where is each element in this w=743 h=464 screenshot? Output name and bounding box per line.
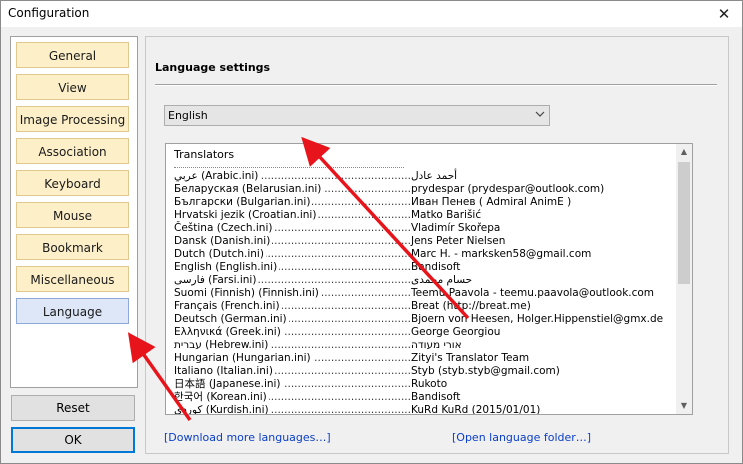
nav-miscellaneous[interactable]: Miscellaneous [16, 266, 129, 292]
translator-language: Deutsch (German.ini) [174, 313, 289, 326]
translator-language: فارسی (Farsi.ini) [174, 274, 259, 287]
translator-name: George Georgiou [411, 326, 501, 338]
translator-name: Vladimír Skořepa [411, 222, 501, 234]
translator-language: Dansk (Danish.ini) [174, 235, 273, 248]
translator-name: Bjoern von Heesen, Holger.Hippenstiel@gm… [411, 313, 664, 325]
language-select[interactable]: English [164, 105, 550, 126]
translator-row: ........................................… [174, 352, 679, 365]
translator-language: Čeština (Czech.ini) [174, 222, 275, 235]
open-language-folder-link[interactable]: [Open language folder…] [452, 431, 591, 444]
translator-row: ........................................… [174, 404, 679, 415]
translator-language: Беларуская (Belarusian.ini) [174, 183, 324, 196]
translator-name: Marc H. - marksken58@gmail.com [411, 248, 592, 260]
vertical-scrollbar[interactable]: ▲ ▼ [676, 144, 692, 414]
translator-row: ........................................… [174, 209, 679, 222]
translator-name: Breat (http://breat.me) [411, 300, 531, 312]
translator-language: English (English.ini) [174, 261, 280, 274]
translator-language: 日本語 (Japanese.ini) [174, 378, 283, 391]
translator-name: Bandisoft [411, 391, 461, 403]
translator-language: Suomi (Finnish) (Finnish.ini) [174, 287, 321, 300]
translator-row: ........................................… [174, 248, 679, 261]
translator-name: Bandisoft [411, 261, 461, 273]
translator-language: עברית (Hebrew.ini) [174, 339, 271, 352]
translator-row: ........................................… [174, 326, 679, 339]
scroll-down-icon[interactable]: ▼ [676, 398, 692, 414]
translator-name: Jens Peter Nielsen [411, 235, 506, 247]
chevron-down-icon [535, 111, 545, 117]
translator-language: Italiano (Italian.ini) [174, 365, 275, 378]
translator-name: Rukoto [411, 378, 448, 390]
translator-row: ........................................… [174, 183, 679, 196]
translator-row: ........................................… [174, 378, 679, 391]
translator-name: Styb (styb.styb@gmail.com) [411, 365, 560, 377]
translator-language: Hungarian (Hungarian.ini) [174, 352, 313, 365]
translator-row: ........................................… [174, 196, 679, 209]
sidebar: General View Image Processing Associatio… [10, 36, 138, 388]
translator-row: ........................................… [174, 261, 679, 274]
translator-language: Français (French.ini) [174, 300, 282, 313]
translator-name: حسام محمدی [411, 274, 473, 286]
translator-row: ........................................… [174, 287, 679, 300]
title-bar: Configuration ✕ [1, 1, 742, 27]
nav-association[interactable]: Association [16, 138, 129, 164]
translator-language: Dutch (Dutch.ini) [174, 248, 266, 261]
window-title: Configuration [8, 6, 90, 20]
translator-row: ........................................… [174, 365, 679, 378]
nav-view[interactable]: View [16, 74, 129, 100]
close-icon[interactable]: ✕ [714, 4, 734, 24]
language-select-value: English [168, 109, 208, 122]
scroll-up-icon[interactable]: ▲ [676, 144, 692, 160]
translators-list[interactable]: Translators ............................… [165, 143, 693, 415]
section-title: Language settings [155, 61, 271, 74]
translators-header: Translators [174, 148, 235, 161]
translator-row: ........................................… [174, 274, 679, 287]
translator-language: Български (Bulgarian.ini) [174, 196, 313, 209]
translator-name: أحمد عادل [411, 170, 458, 182]
translator-language: کوردی (Kurdish.ini) [174, 404, 271, 415]
translator-row: ........................................… [174, 313, 679, 326]
header-rule [174, 161, 404, 168]
translator-name: Иван Пенев ( Admiral AnimE ) [411, 196, 572, 208]
translator-language: عربي (Arabic.ini) [174, 170, 261, 183]
translator-name: Teemu Paavola - teemu.paavola@outlook.co… [411, 287, 655, 299]
ok-button[interactable]: OK [11, 427, 135, 453]
nav-mouse[interactable]: Mouse [16, 202, 129, 228]
translator-row: ........................................… [174, 222, 679, 235]
translator-row: ........................................… [174, 300, 679, 313]
translator-row: ........................................… [174, 170, 679, 183]
translator-name: Zityi's Translator Team [411, 352, 530, 364]
translator-row: ........................................… [174, 391, 679, 404]
translator-language: 한국어 (Korean.ini) [174, 391, 269, 404]
translator-rows: ........................................… [174, 170, 679, 415]
translator-name: KuRd KuRd (2015/01/01) [411, 404, 541, 415]
nav-language[interactable]: Language [16, 298, 129, 324]
translators-content: Translators ............................… [174, 148, 679, 415]
scroll-thumb[interactable] [678, 162, 690, 284]
translator-row: ........................................… [174, 339, 679, 352]
translator-row: ........................................… [174, 235, 679, 248]
translator-name: prydespar (prydespar@outlook.com) [411, 183, 605, 195]
download-languages-link[interactable]: [Download more languages…] [164, 431, 331, 444]
section-divider [155, 84, 717, 86]
nav-keyboard[interactable]: Keyboard [16, 170, 129, 196]
reset-button[interactable]: Reset [11, 395, 135, 421]
nav-general[interactable]: General [16, 42, 129, 68]
translator-name: Matko Barišić [411, 209, 482, 221]
nav-bookmark[interactable]: Bookmark [16, 234, 129, 260]
translator-name: אורי מעודה [411, 339, 462, 351]
translator-language: Hrvatski jezik (Croatian.ini) [174, 209, 319, 222]
nav-image-processing[interactable]: Image Processing [16, 106, 129, 132]
translator-language: Ελληνικά (Greek.ini) [174, 326, 283, 339]
